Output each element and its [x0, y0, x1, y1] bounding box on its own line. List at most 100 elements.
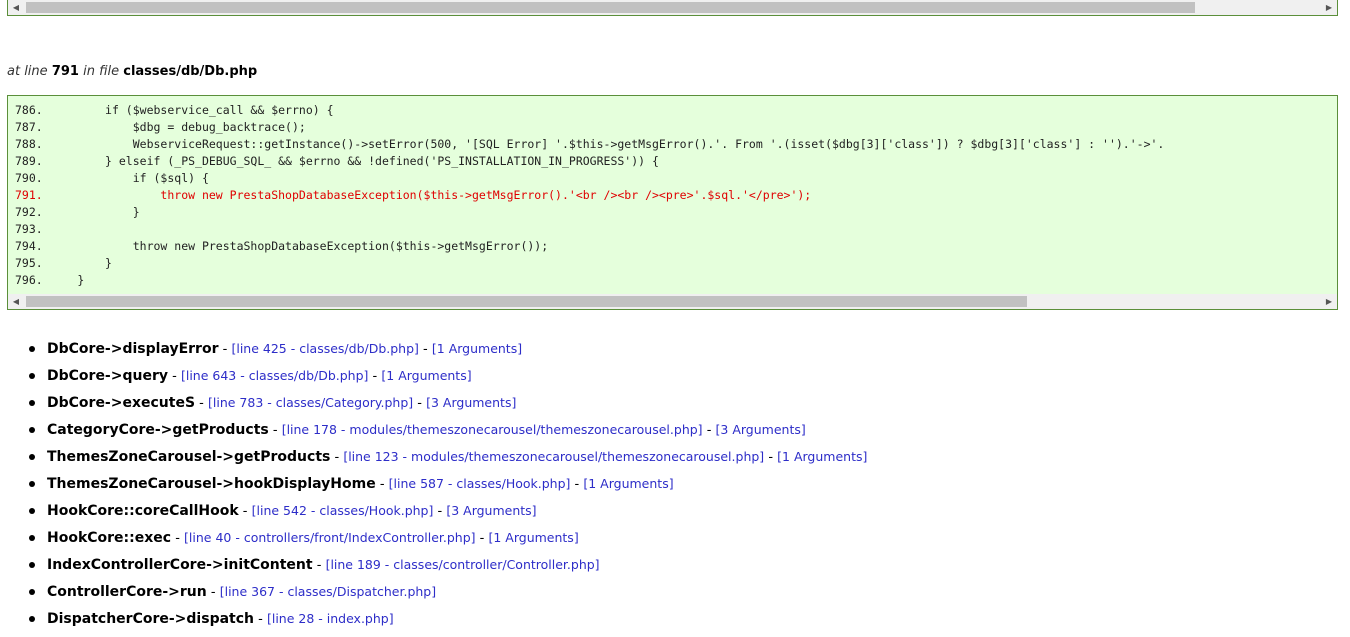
code-line: 793.	[15, 221, 1337, 238]
trace-arguments-link[interactable]: [1 Arguments]	[381, 368, 471, 383]
trace-separator: -	[206, 585, 220, 600]
code-line-error: 791. throw new PrestaShopDatabaseExcepti…	[15, 187, 1337, 204]
trace-item: CategoryCore->getProducts - [line 178 - …	[28, 421, 867, 448]
trace-function: HookCore::coreCallHook	[47, 503, 239, 519]
trace-function: ThemesZoneCarousel->hookDisplayHome	[47, 476, 376, 492]
trace-location-link[interactable]: [line 587 - classes/Hook.php]	[389, 476, 571, 491]
scrollbar-thumb[interactable]	[26, 296, 1027, 307]
code-line: 789. } elseif (_PS_DEBUG_SQL_ && $errno …	[15, 153, 1337, 170]
top-horizontal-scrollbar[interactable]: ◀ ▶	[7, 0, 1338, 16]
trace-item: DbCore->displayError - [line 425 - class…	[28, 340, 867, 367]
line-number: 789.	[15, 154, 43, 168]
code-snippet: 786. if ($webservice_call && $errno) {78…	[7, 95, 1338, 310]
line-text: }	[49, 273, 85, 287]
line-number: 794.	[15, 239, 43, 253]
trace-arguments-link[interactable]: [1 Arguments]	[432, 341, 522, 356]
chevron-left-icon[interactable]: ◀	[8, 294, 24, 309]
trace-separator: -	[413, 396, 427, 411]
line-number: 791.	[15, 188, 43, 202]
trace-function: DbCore->displayError	[47, 341, 219, 357]
chevron-right-icon[interactable]: ▶	[1321, 0, 1337, 15]
line-text: if ($sql) {	[49, 171, 209, 185]
trace-item: DispatcherCore->dispatch - [line 28 - in…	[28, 610, 867, 637]
trace-arguments-link[interactable]: [1 Arguments]	[777, 449, 867, 464]
trace-separator: -	[312, 558, 326, 573]
line-number: 790.	[15, 171, 43, 185]
code-line: 787. $dbg = debug_backtrace();	[15, 119, 1337, 136]
trace-separator: -	[168, 369, 181, 384]
line-number: 787.	[15, 120, 43, 134]
code-line: 790. if ($sql) {	[15, 170, 1337, 187]
trace-separator: -	[268, 423, 282, 438]
trace-location-link[interactable]: [line 367 - classes/Dispatcher.php]	[220, 584, 436, 599]
trace-item: ThemesZoneCarousel->getProducts - [line …	[28, 448, 867, 475]
code-line: 796. }	[15, 272, 1337, 289]
trace-location-link[interactable]: [line 425 - classes/db/Db.php]	[231, 341, 418, 356]
trace-location-link[interactable]: [line 28 - index.php]	[267, 611, 394, 626]
trace-item: DbCore->executeS - [line 783 - classes/C…	[28, 394, 867, 421]
trace-separator: -	[195, 396, 209, 411]
line-number: 786.	[15, 103, 43, 117]
trace-arguments-link[interactable]: [3 Arguments]	[446, 503, 536, 518]
trace-function: ControllerCore->run	[47, 584, 207, 600]
trace-separator: -	[254, 612, 267, 627]
trace-separator: -	[375, 477, 389, 492]
code-line: 788. WebserviceRequest::getInstance()->s…	[15, 136, 1337, 153]
line-text: if ($webservice_call && $errno) {	[49, 103, 334, 117]
scrollbar-thumb[interactable]	[26, 2, 1195, 13]
trace-arguments-link[interactable]: [1 Arguments]	[583, 476, 673, 491]
trace-arguments-link[interactable]: [1 Arguments]	[488, 530, 578, 545]
line-text: }	[49, 205, 140, 219]
trace-function: DispatcherCore->dispatch	[47, 611, 254, 627]
trace-function: DbCore->executeS	[47, 395, 196, 411]
trace-location-link[interactable]: [line 783 - classes/Category.php]	[208, 395, 413, 410]
line-text: WebserviceRequest::getInstance()->setErr…	[49, 137, 1165, 151]
line-text: throw new PrestaShopDatabaseException($t…	[49, 239, 549, 253]
trace-item: DbCore->query - [line 643 - classes/db/D…	[28, 367, 867, 394]
line-number: 788.	[15, 137, 43, 151]
chevron-left-icon[interactable]: ◀	[8, 0, 24, 15]
trace-function: IndexControllerCore->initContent	[47, 557, 313, 573]
trace-item: IndexControllerCore->initContent - [line…	[28, 556, 867, 583]
trace-location-link[interactable]: [line 189 - classes/controller/Controlle…	[326, 557, 600, 572]
trace-separator: -	[475, 531, 489, 546]
trace-separator: -	[764, 450, 778, 465]
line-number: 796.	[15, 273, 43, 287]
code-line: 792. }	[15, 204, 1337, 221]
line-text: } elseif (_PS_DEBUG_SQL_ && $errno && !d…	[49, 154, 659, 168]
trace-separator: -	[418, 342, 432, 357]
line-number: 792.	[15, 205, 43, 219]
code-line: 794. throw new PrestaShopDatabaseExcepti…	[15, 238, 1337, 255]
code-lines: 786. if ($webservice_call && $errno) {78…	[15, 102, 1337, 289]
trace-function: DbCore->query	[47, 368, 168, 384]
trace-arguments-link[interactable]: [3 Arguments]	[426, 395, 516, 410]
chevron-right-icon[interactable]: ▶	[1321, 294, 1337, 309]
trace-separator: -	[368, 369, 382, 384]
location-line: 791	[51, 64, 79, 79]
trace-item: HookCore::coreCallHook - [line 542 - cla…	[28, 502, 867, 529]
stack-trace: DbCore->displayError - [line 425 - class…	[28, 340, 867, 637]
trace-function: ThemesZoneCarousel->getProducts	[47, 449, 331, 465]
trace-item: ControllerCore->run - [line 367 - classe…	[28, 583, 867, 610]
trace-function: CategoryCore->getProducts	[47, 422, 269, 438]
line-number: 793.	[15, 222, 43, 236]
trace-location-link[interactable]: [line 643 - classes/db/Db.php]	[181, 368, 368, 383]
code-line: 786. if ($webservice_call && $errno) {	[15, 102, 1337, 119]
trace-location-link[interactable]: [line 40 - controllers/front/IndexContro…	[184, 530, 475, 545]
line-text: }	[49, 256, 112, 270]
trace-separator: -	[570, 477, 584, 492]
trace-separator: -	[238, 504, 252, 519]
line-text: $dbg = debug_backtrace();	[49, 120, 306, 134]
location-prefix: at line	[7, 64, 48, 79]
location-file: classes/db/Db.php	[123, 64, 258, 79]
trace-separator: -	[171, 531, 185, 546]
code-horizontal-scrollbar[interactable]: ◀ ▶	[8, 294, 1337, 309]
trace-location-link[interactable]: [line 178 - modules/themeszonecarousel/t…	[282, 422, 703, 437]
trace-function: HookCore::exec	[47, 530, 172, 546]
trace-location-link[interactable]: [line 542 - classes/Hook.php]	[252, 503, 434, 518]
trace-item: HookCore::exec - [line 40 - controllers/…	[28, 529, 867, 556]
line-text: throw new PrestaShopDatabaseException($t…	[49, 188, 812, 202]
trace-separator: -	[702, 423, 716, 438]
trace-location-link[interactable]: [line 123 - modules/themeszonecarousel/t…	[343, 449, 764, 464]
trace-arguments-link[interactable]: [3 Arguments]	[716, 422, 806, 437]
